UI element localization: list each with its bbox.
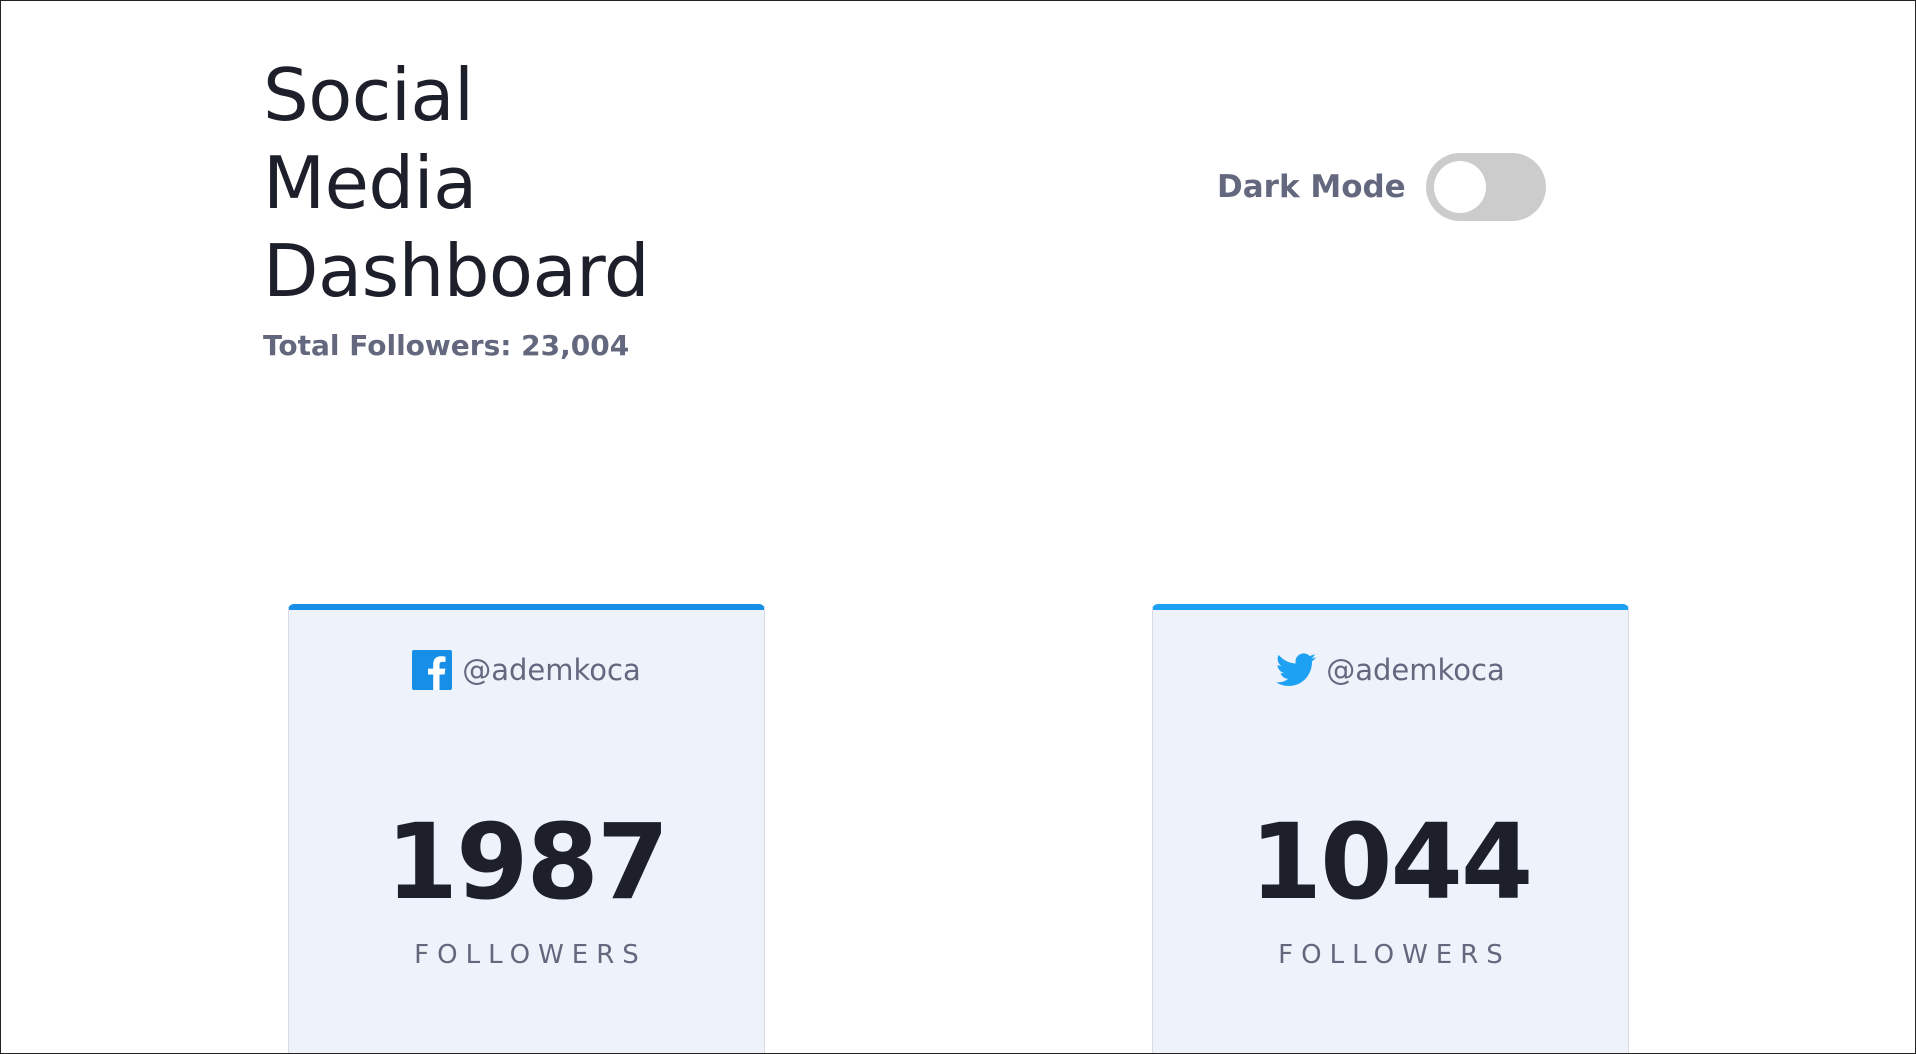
follower-count: 1987 [385,801,669,923]
followers-label: FOLLOWERS [1278,940,1511,970]
toggle-knob [1433,161,1486,213]
page-title-line: Dashboard [263,229,650,313]
facebook-icon [412,650,453,690]
card-header: @ademkoca [289,650,764,690]
twitter-card[interactable]: @ademkoca 1044 FOLLOWERS [1152,604,1629,1053]
page-title-line: Social [263,53,474,137]
page-frame: Social Media Dashboard Total Followers: … [0,0,1916,1054]
dark-mode-toggle[interactable] [1425,153,1546,221]
page-title-line: Media [263,141,477,225]
dark-mode-label: Dark Mode [1217,169,1406,205]
card-header: @ademkoca [1153,650,1628,690]
card-handle: @ademkoca [462,653,641,687]
dark-mode-control: Dark Mode [1217,153,1546,221]
facebook-card[interactable]: @ademkoca 1987 FOLLOWERS [288,604,765,1053]
followers-label: FOLLOWERS [414,940,647,970]
total-followers: Total Followers: 23,004 [263,329,630,362]
follower-count: 1044 [1249,801,1533,923]
card-handle: @ademkoca [1326,653,1505,687]
page-title: Social Media Dashboard [263,51,650,315]
twitter-icon [1276,650,1317,690]
